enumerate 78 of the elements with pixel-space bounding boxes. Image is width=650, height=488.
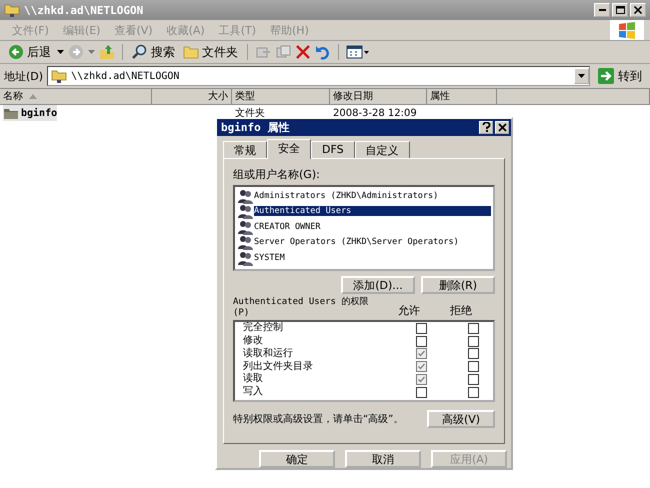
column-header[interactable]: 大小 [152,89,232,105]
close-icon [634,6,642,14]
table-cell: 2008-3-28 12:09 [333,108,417,118]
user-item[interactable]: CREATOR OWNER [237,218,491,234]
checkbox[interactable] [416,348,426,360]
go-button[interactable]: 转到 [594,68,646,84]
close-button[interactable] [630,3,646,17]
windows-flag-drawing [617,21,637,39]
checkbox[interactable] [416,336,426,347]
users-icon [237,188,253,204]
checkbox[interactable] [468,374,478,385]
window-title: \\zhkd.ad\NETLOGON [24,4,144,16]
search-icon [132,44,148,60]
question-mark-icon [482,122,490,132]
advanced-note: 特别权限或高级设置，请单击“高级”。 [233,412,404,426]
checkbox[interactable] [468,348,478,360]
user-item[interactable]: Server Operators (ZHKD\Server Operators) [237,234,491,250]
back-button[interactable]: 后退 [6,44,53,60]
column-header[interactable]: 属性 [427,89,497,105]
minimize-icon [598,9,606,11]
folder-icon [4,2,20,18]
checkbox[interactable] [468,361,478,372]
sort-arrow-icon [29,94,37,99]
table-cell: 文件夹 [235,108,265,119]
checkbox[interactable] [416,374,426,385]
search-button[interactable]: 搜索 [130,44,177,60]
user-item[interactable]: SYSTEM [237,250,491,266]
address-field[interactable]: \\zhkd.ad\NETLOGON [47,66,590,86]
remove-button[interactable]: 删除(R) [421,276,495,294]
folders-button[interactable]: 文件夹 [181,44,240,60]
ok-button[interactable]: 确定 [259,450,335,468]
delete-icon[interactable] [295,44,311,60]
permission-name: 完全控制 [243,322,284,334]
allow-header: 允许 [397,302,421,318]
checkbox[interactable] [468,336,478,347]
tab[interactable]: DFS [311,140,355,158]
maximize-icon [616,6,624,14]
permission-name: 读取和运行 [243,348,294,360]
help-button[interactable] [479,120,493,134]
permission-name: 读取 [243,373,264,386]
users-icon [237,234,253,250]
dropdown-caret-icon[interactable] [57,50,64,54]
tab[interactable]: 自定义 [354,140,410,158]
deny-header: 拒绝 [449,302,473,318]
checkbox[interactable] [416,386,426,398]
user-item[interactable]: Administrators (ZHKD\Administrators) [237,188,491,204]
go-arrow-icon [598,68,614,84]
folder-icon [183,44,199,60]
minimize-button[interactable] [594,3,610,17]
permission-name: 写入 [243,386,264,398]
dropdown-caret-icon [578,74,585,78]
dialog-title: bginfo 属性 [221,120,290,135]
column-header[interactable]: 修改日期 [330,89,427,105]
users-icon [237,203,253,220]
address-label: 地址(D) [4,68,44,84]
advanced-button[interactable]: 高级(V) [427,410,495,428]
checkbox[interactable] [468,322,478,334]
dropdown-button[interactable] [574,68,589,84]
views-icon[interactable] [346,44,370,60]
undo-icon[interactable] [315,44,331,60]
file-item[interactable]: bginfo [3,105,58,121]
maximize-button[interactable] [612,3,628,17]
permission-name: 修改 [243,335,264,348]
checkbox[interactable] [416,361,426,372]
add-button[interactable]: 添加(D)... [341,276,415,294]
permissions-label: Authenticated Users 的权限 (P) [233,296,370,318]
column-header[interactable]: 类型 [232,89,330,105]
users-icon [237,250,253,266]
users-label: 组或用户名称(G): [233,166,321,182]
checkbox[interactable] [468,386,478,398]
cancel-button[interactable]: 取消 [345,450,421,468]
tab[interactable]: 安全 [267,138,311,159]
close-button[interactable] [495,120,509,134]
close-icon [498,122,506,132]
network-folder-icon [51,68,68,84]
permission-name: 列出文件夹目录 [243,360,314,372]
users-icon [237,218,253,235]
checkbox[interactable] [416,322,426,334]
